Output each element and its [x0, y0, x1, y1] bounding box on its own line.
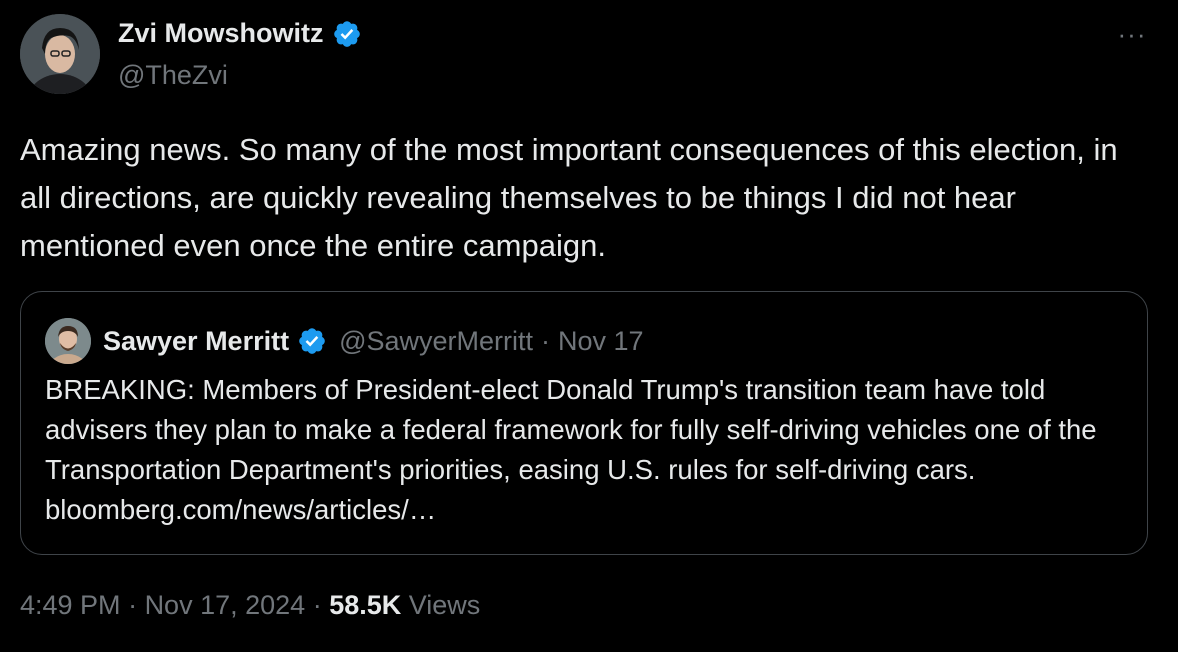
views-label: Views [401, 590, 481, 620]
views-count: 58.5K [329, 590, 402, 620]
quoted-tweet[interactable]: Sawyer Merritt @SawyerMerritt · Nov 17 B… [20, 291, 1148, 555]
tweet-time[interactable]: 4:49 PM [20, 590, 121, 621]
quote-separator: · [541, 325, 551, 356]
quote-header: Sawyer Merritt @SawyerMerritt · Nov 17 [103, 324, 644, 358]
tweet-footer: 4:49 PM · Nov 17, 2024 · 58.5K Views [20, 590, 480, 621]
author-handle[interactable]: @TheZvi [118, 60, 228, 91]
author-name-row: Zvi Mowshowitz [118, 18, 362, 49]
tweet-text: Amazing news. So many of the most import… [20, 132, 1118, 263]
quote-author-name[interactable]: Sawyer Merritt [103, 326, 289, 357]
footer-separator: · [305, 590, 330, 620]
quote-date[interactable]: Nov 17 [558, 326, 644, 357]
author-display-name[interactable]: Zvi Mowshowitz [118, 18, 324, 49]
quote-author-handle[interactable]: @SawyerMerritt [339, 326, 533, 357]
avatar-photo [20, 14, 100, 94]
verified-badge-icon[interactable] [332, 19, 362, 49]
tweet-date[interactable]: Nov 17, 2024 [145, 590, 306, 621]
avatar-photo [45, 318, 91, 364]
more-options-button[interactable]: ··· [1112, 18, 1152, 49]
quote-text: BREAKING: Members of President-elect Don… [45, 374, 1097, 525]
footer-separator: · [120, 590, 145, 620]
tweet: Zvi Mowshowitz @TheZvi ··· Amazing news.… [0, 0, 1178, 652]
author-avatar[interactable] [20, 14, 100, 94]
quote-author-avatar[interactable] [45, 318, 91, 364]
ellipsis-icon: ··· [1117, 18, 1147, 49]
verified-badge-icon[interactable] [297, 326, 327, 356]
